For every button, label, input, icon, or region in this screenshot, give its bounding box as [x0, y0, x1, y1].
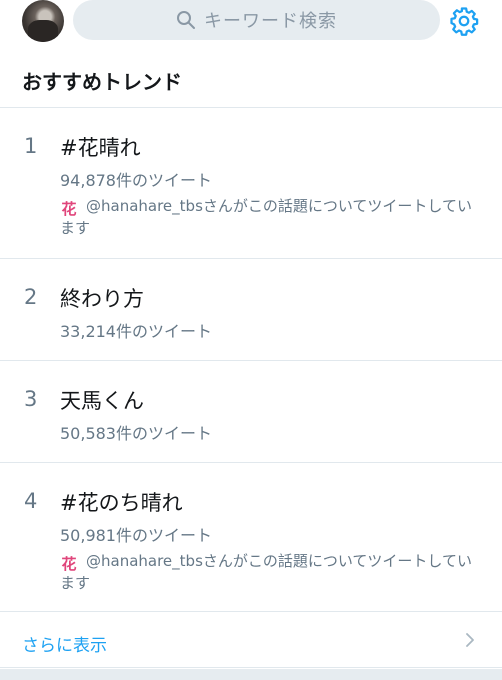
trend-context: 花 @hanahare_tbsさんがこの話題についてツイートしています: [60, 196, 480, 238]
trend-rank: 2: [24, 285, 38, 309]
trend-item[interactable]: 4 #花のち晴れ 50,981件のツイート 花 @hanahare_tbsさんがこ…: [0, 463, 502, 612]
trend-context-text: @hanahare_tbsさんがこの話題についてツイートしています: [60, 552, 472, 592]
trend-tweet-count: 94,878件のツイート: [60, 171, 212, 190]
trend-rank: 1: [24, 134, 38, 158]
trends-header: おすすめトレンド: [0, 44, 502, 108]
top-bar: キーワード検索: [0, 0, 502, 44]
gear-icon[interactable]: [449, 6, 479, 36]
search-icon: [177, 11, 195, 29]
trend-rank: 4: [24, 489, 38, 513]
trend-tweet-count: 50,583件のツイート: [60, 424, 212, 443]
trend-context-text: @hanahare_tbsさんがこの話題についてツイートしています: [60, 197, 472, 237]
trend-item[interactable]: 2 終わり方 33,214件のツイート: [0, 259, 502, 361]
trend-item[interactable]: 3 天馬くん 50,583件のツイート: [0, 361, 502, 463]
chevron-right-icon: [466, 633, 474, 647]
search-field[interactable]: キーワード検索: [73, 0, 440, 40]
page-title: おすすめトレンド: [22, 70, 182, 94]
avatar[interactable]: [22, 0, 64, 42]
trend-name: 終わり方: [60, 287, 144, 311]
trend-item[interactable]: 1 #花晴れ 94,878件のツイート 花 @hanahare_tbsさんがこの話…: [0, 108, 502, 259]
trend-name: #花のち晴れ: [60, 491, 183, 515]
trend-tweet-count: 50,981件のツイート: [60, 526, 212, 545]
trend-rank: 3: [24, 387, 38, 411]
trend-tweet-count: 33,214件のツイート: [60, 322, 212, 341]
trend-name: 天馬くん: [60, 389, 144, 413]
show-more-row[interactable]: さらに表示: [0, 612, 502, 668]
show-more-link[interactable]: さらに表示: [22, 631, 107, 656]
account-avatar-icon: 花: [61, 200, 77, 218]
account-avatar-icon: 花: [61, 555, 77, 573]
section-divider: [0, 669, 502, 680]
search-placeholder: キーワード検索: [204, 11, 337, 32]
trend-name: #花晴れ: [60, 136, 141, 160]
trend-context: 花 @hanahare_tbsさんがこの話題についてツイートしています: [60, 551, 480, 593]
